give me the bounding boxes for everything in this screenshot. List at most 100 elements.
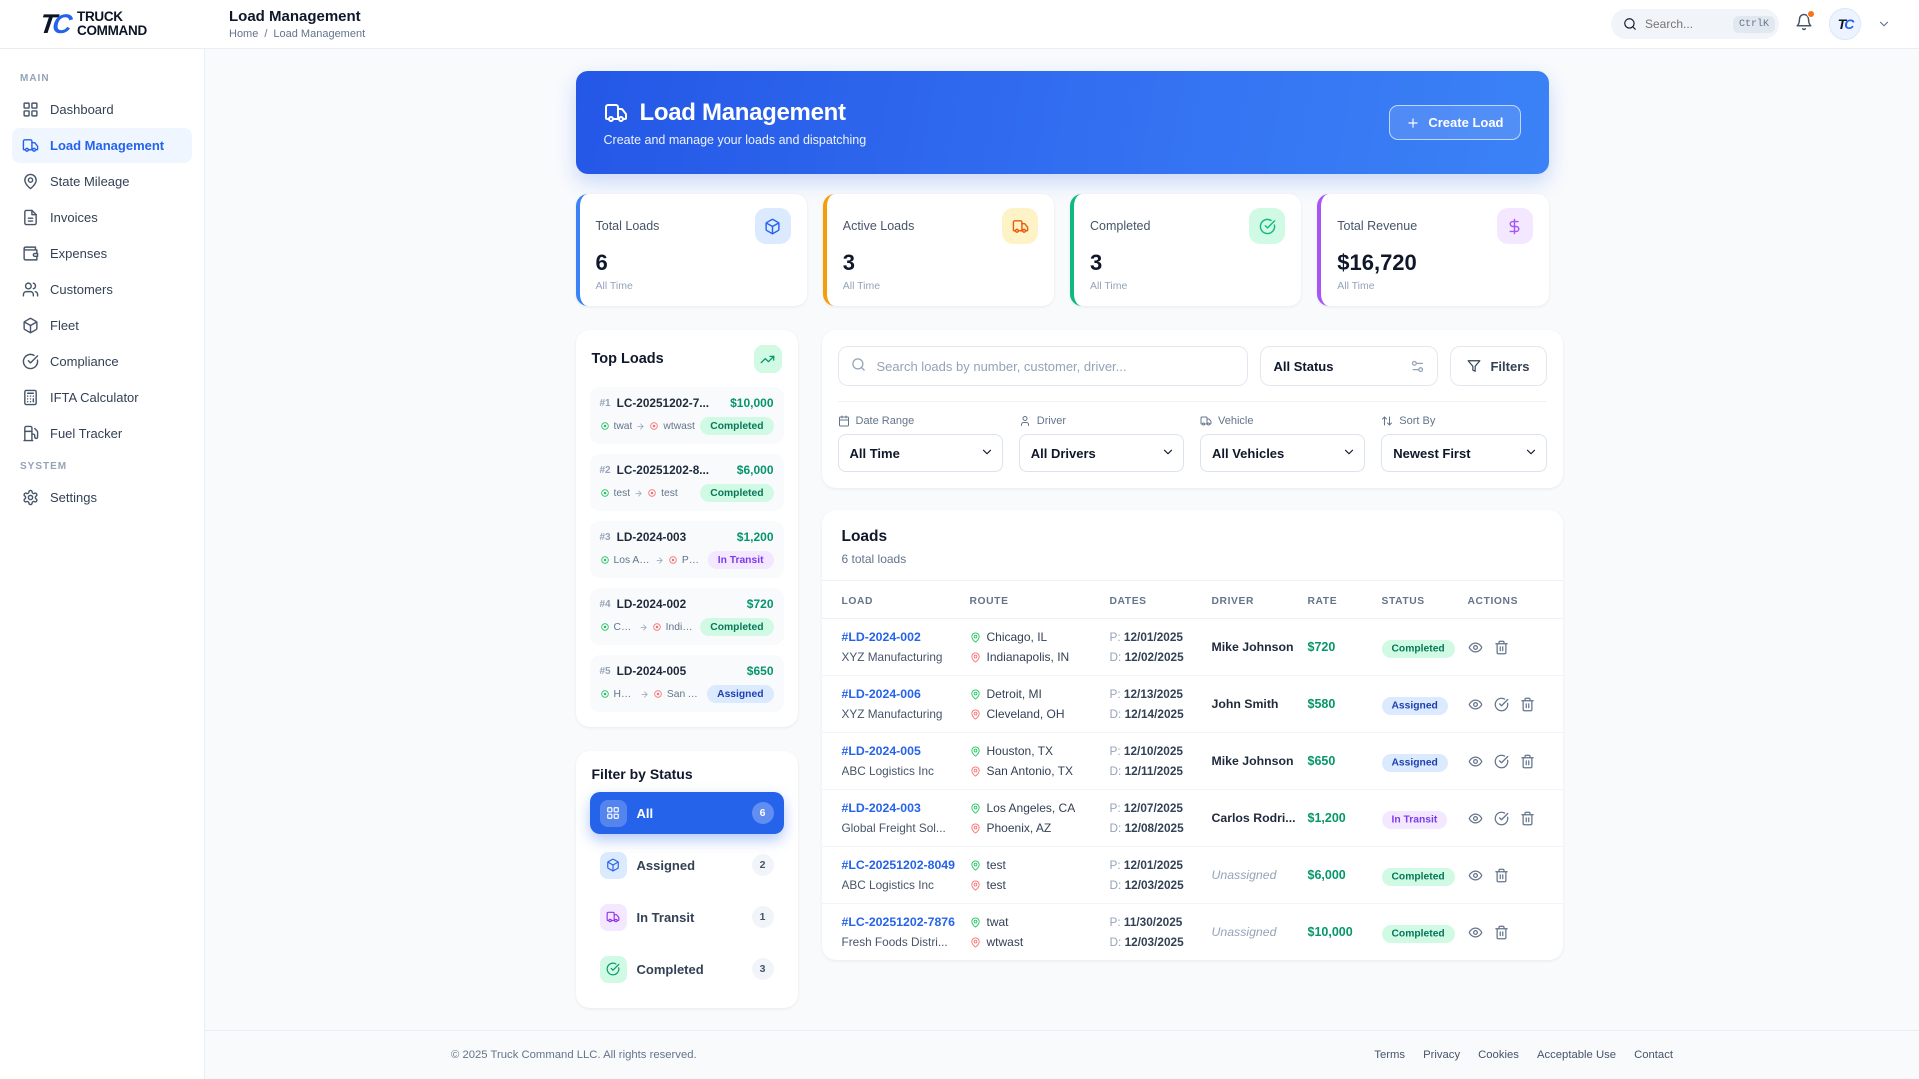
origin: twat (614, 421, 633, 432)
filter-group-label: Vehicle (1218, 415, 1253, 427)
load-number-link[interactable]: #LC-20251202-8049 (842, 858, 962, 872)
complete-button[interactable] (1494, 697, 1509, 712)
filter-select-date-range[interactable]: All Time (838, 434, 1003, 472)
load-number-link[interactable]: #LD-2024-002 (842, 630, 962, 644)
footer-link-acceptable-use[interactable]: Acceptable Use (1537, 1049, 1616, 1061)
load-route: Chicago, IL Indianapolis, IN (970, 630, 1110, 664)
table-row: #LD-2024-002 XYZ Manufacturing Chicago, … (822, 619, 1563, 676)
top-load-item[interactable]: #3 LD-2024-003 $1,200 Los Ang... Pho... … (590, 521, 784, 578)
delete-button[interactable] (1520, 697, 1535, 712)
sidebar-item-dashboard[interactable]: Dashboard (12, 92, 192, 127)
breadcrumb-separator: / (264, 28, 267, 40)
delete-button[interactable] (1520, 754, 1535, 769)
filter-group-sort-by: Sort By Newest First (1381, 415, 1546, 472)
view-button[interactable] (1468, 697, 1483, 712)
delete-button[interactable] (1494, 925, 1509, 940)
load-number-link[interactable]: #LD-2024-003 (842, 801, 962, 815)
filter-select-driver[interactable]: All Drivers (1019, 434, 1184, 472)
sidebar-item-load-management[interactable]: Load Management (12, 128, 192, 163)
filter-select-vehicle[interactable]: All Vehicles (1200, 434, 1365, 472)
view-button[interactable] (1468, 811, 1483, 826)
top-load-amount: $6,000 (737, 463, 774, 477)
top-load-rank: #3 (600, 532, 611, 543)
stat-caption: All Time (1337, 280, 1532, 292)
view-button[interactable] (1468, 754, 1483, 769)
complete-button[interactable] (1494, 754, 1509, 769)
top-load-amount: $650 (747, 664, 774, 678)
notifications-button[interactable] (1795, 13, 1813, 36)
breadcrumb: Home / Load Management (229, 28, 365, 40)
status-filter-all[interactable]: All 6 (590, 792, 784, 834)
top-load-item[interactable]: #4 LD-2024-002 $720 Chic... Indiana... C… (590, 588, 784, 645)
load-rate: $650 (1308, 754, 1336, 768)
breadcrumb-home[interactable]: Home (229, 28, 258, 40)
banner-title: Load Management (640, 99, 846, 127)
stat-card-active-loads: Active Loads 3 All Time (823, 194, 1054, 306)
footer-link-terms[interactable]: Terms (1374, 1049, 1405, 1061)
table-row: #LD-2024-003 Global Freight Sol... Los A… (822, 790, 1563, 847)
delete-button[interactable] (1520, 811, 1535, 826)
status-filter-completed[interactable]: Completed 3 (590, 948, 784, 990)
status-filter-count: 6 (752, 802, 774, 824)
sidebar-item-label: Load Management (50, 138, 164, 153)
sort-icon (1381, 415, 1393, 427)
view-button[interactable] (1468, 640, 1483, 655)
all-status-dropdown[interactable]: All Status (1260, 346, 1438, 386)
sidebar-item-invoices[interactable]: Invoices (12, 200, 192, 235)
view-button[interactable] (1468, 868, 1483, 883)
stat-label: Total Loads (596, 219, 660, 233)
chevron-down-icon[interactable] (1877, 17, 1891, 31)
filter-select-sort-by[interactable]: Newest First (1381, 434, 1546, 472)
sidebar-item-customers[interactable]: Customers (12, 272, 192, 307)
sidebar-item-state-mileage[interactable]: State Mileage (12, 164, 192, 199)
page-banner: Load Management Create and manage your l… (576, 71, 1549, 174)
footer-link-cookies[interactable]: Cookies (1478, 1049, 1519, 1061)
sidebar-item-fleet[interactable]: Fleet (12, 308, 192, 343)
stat-card-total-loads: Total Loads 6 All Time (576, 194, 807, 306)
status-filter-assigned[interactable]: Assigned 2 (590, 844, 784, 886)
footer-link-contact[interactable]: Contact (1634, 1049, 1673, 1061)
top-load-number: LD-2024-003 (617, 530, 731, 544)
filters-button[interactable]: Filters (1450, 346, 1546, 386)
sidebar-item-expenses[interactable]: Expenses (12, 236, 192, 271)
load-number-link[interactable]: #LD-2024-006 (842, 687, 962, 701)
top-load-item[interactable]: #5 LD-2024-005 $650 Hou... San Ant... As… (590, 655, 784, 712)
loads-search-input[interactable] (838, 346, 1249, 386)
delete-button[interactable] (1494, 640, 1509, 655)
pin-dot-icon (652, 622, 662, 632)
load-number-link[interactable]: #LC-20251202-7876 (842, 915, 962, 929)
truck-icon (604, 101, 628, 125)
app-logo[interactable]: TC TRUCKCOMMAND (0, 0, 205, 48)
sidebar-item-compliance[interactable]: Compliance (12, 344, 192, 379)
status-filter-title: Filter by Status (590, 766, 784, 782)
footer-link-privacy[interactable]: Privacy (1423, 1049, 1460, 1061)
top-load-item[interactable]: #2 LC-20251202-8... $6,000 test test Com… (590, 454, 784, 511)
view-button[interactable] (1468, 925, 1483, 940)
top-load-route: test test (600, 488, 697, 499)
sidebar-item-settings[interactable]: Settings (12, 480, 192, 515)
delete-button[interactable] (1494, 868, 1509, 883)
calculator-icon (22, 389, 39, 406)
sidebar-item-label: Fleet (50, 318, 79, 333)
status-filter-in-transit[interactable]: In Transit 1 (590, 896, 784, 938)
filter-group-label: Sort By (1399, 415, 1435, 427)
global-search[interactable]: CtrlK (1611, 9, 1779, 39)
global-search-input[interactable] (1645, 17, 1725, 31)
destination: test (661, 488, 678, 499)
status-badge: In Transit (708, 551, 774, 569)
load-number-link[interactable]: #LD-2024-005 (842, 744, 962, 758)
load-customer: ABC Logistics Inc (842, 878, 962, 892)
user-icon (1019, 415, 1031, 427)
sidebar-item-fuel-tracker[interactable]: Fuel Tracker (12, 416, 192, 451)
calendar-icon (838, 415, 850, 427)
create-load-button[interactable]: Create Load (1389, 105, 1520, 140)
sidebar-item-ifta-calculator[interactable]: IFTA Calculator (12, 380, 192, 415)
column-header-driver: DRIVER (1212, 596, 1308, 607)
avatar[interactable]: TC (1829, 8, 1861, 40)
top-load-item[interactable]: #1 LC-20251202-7... $10,000 twat wtwast … (590, 387, 784, 444)
destination: San Antonio, TX (987, 764, 1074, 778)
complete-button[interactable] (1494, 811, 1509, 826)
filters-card: All Status Filters Date Range All Time (822, 330, 1563, 488)
gear-icon (22, 489, 39, 506)
destination: Indiana... (666, 622, 697, 633)
